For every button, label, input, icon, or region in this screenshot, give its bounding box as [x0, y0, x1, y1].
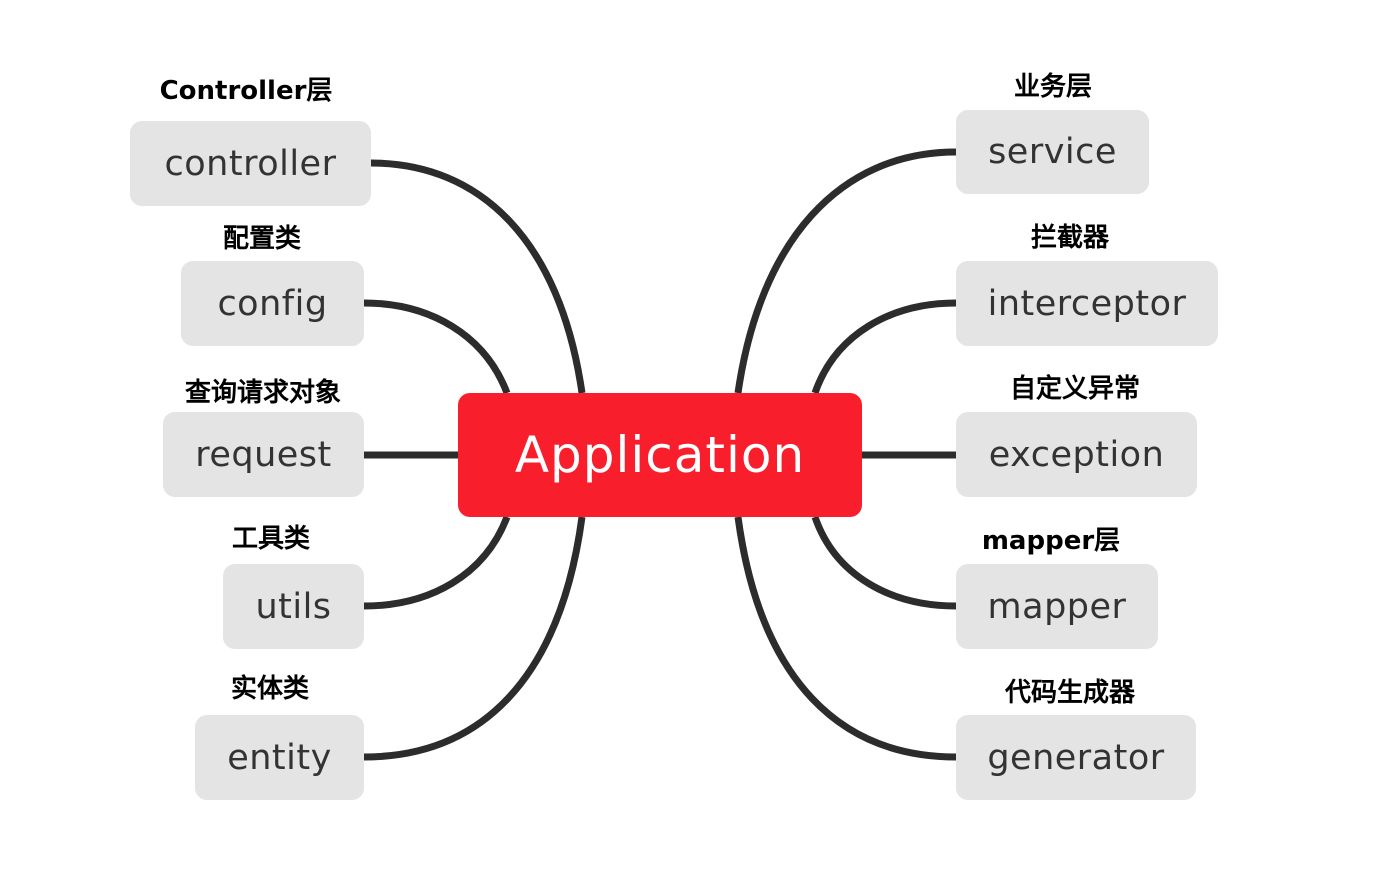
edge-controller [370, 159, 586, 394]
node-config[interactable]: config [181, 261, 364, 346]
caption-exception: 自定义异常 [1009, 374, 1141, 404]
node-mapper[interactable]: mapper [956, 564, 1158, 649]
edge-mapper [811, 515, 957, 610]
edge-interceptor [811, 299, 957, 395]
node-interceptor[interactable]: interceptor [956, 261, 1218, 346]
node-exception[interactable]: exception [956, 412, 1197, 497]
caption-entity: 实体类 [230, 674, 310, 704]
edge-generator [734, 516, 957, 761]
caption-utils: 工具类 [231, 524, 311, 554]
node-entity[interactable]: entity [195, 715, 364, 800]
caption-config: 配置类 [222, 224, 302, 254]
caption-interceptor: 拦截器 [1030, 223, 1110, 253]
edge-entity [363, 516, 586, 761]
caption-request: 查询请求对象 [184, 378, 342, 408]
node-request[interactable]: request [163, 412, 364, 497]
caption-generator: 代码生成器 [1004, 678, 1136, 708]
caption-service: 业务层 [1013, 72, 1093, 102]
caption-controller: Controller层 [159, 76, 333, 106]
root-node-application[interactable]: Application [458, 393, 862, 517]
edge-service [734, 148, 957, 394]
node-utils[interactable]: utils [223, 564, 364, 649]
edge-utils [363, 515, 511, 610]
caption-mapper: mapper层 [981, 526, 1121, 556]
edge-config [363, 299, 511, 395]
node-controller[interactable]: controller [130, 121, 371, 206]
node-generator[interactable]: generator [956, 715, 1196, 800]
node-service[interactable]: service [956, 110, 1149, 194]
